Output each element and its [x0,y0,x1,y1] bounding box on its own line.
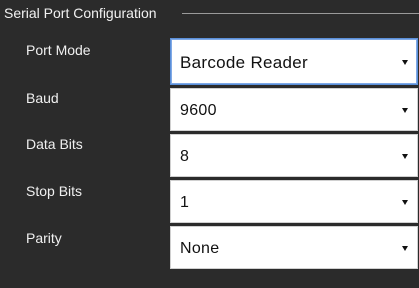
chevron-down-icon [402,246,408,251]
panel-title: Serial Port Configuration [4,5,157,21]
baud-label: Baud [26,90,59,106]
baud-value: 9600 [180,102,217,119]
data-bits-value: 8 [180,148,190,165]
chevron-down-icon [402,154,408,159]
serial-port-configuration-panel: Serial Port Configuration Port Mode Barc… [0,0,419,288]
data-bits-select[interactable]: 8 [170,134,418,177]
panel-border [182,13,419,14]
parity-label: Parity [26,230,62,246]
stop-bits-value: 1 [180,194,190,211]
baud-select[interactable]: 9600 [170,88,418,131]
chevron-down-icon [402,108,408,113]
port-mode-select[interactable]: Barcode Reader [170,38,418,85]
port-mode-label: Port Mode [26,42,91,58]
stop-bits-label: Stop Bits [26,183,83,199]
data-bits-label: Data Bits [26,136,83,152]
chevron-down-icon [402,200,408,205]
parity-value: None [180,240,220,257]
port-mode-value: Barcode Reader [180,53,308,72]
parity-select[interactable]: None [170,226,418,269]
chevron-down-icon [402,60,408,65]
stop-bits-select[interactable]: 1 [170,180,418,223]
